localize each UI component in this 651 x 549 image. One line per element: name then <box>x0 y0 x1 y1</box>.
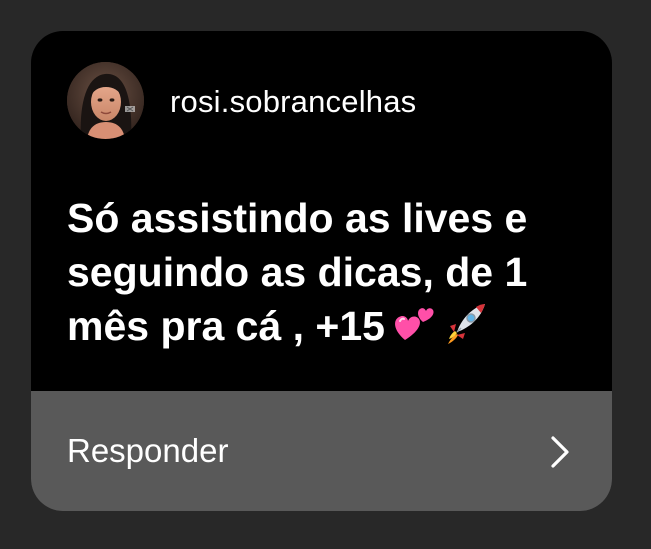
message-text: Só assistindo as lives e seguindo as dic… <box>67 191 597 353</box>
message-card: rosi.sobrancelhas Só assistindo as lives… <box>31 31 612 511</box>
avatar-image <box>67 62 144 139</box>
username[interactable]: rosi.sobrancelhas <box>170 82 416 122</box>
reply-button[interactable]: Responder <box>31 391 612 511</box>
chevron-right-icon <box>551 436 569 468</box>
two-hearts-icon <box>391 300 437 346</box>
rocket-icon <box>443 300 489 346</box>
avatar[interactable] <box>67 62 144 139</box>
card-header: rosi.sobrancelhas <box>31 31 612 176</box>
reply-label: Responder <box>67 432 229 469</box>
